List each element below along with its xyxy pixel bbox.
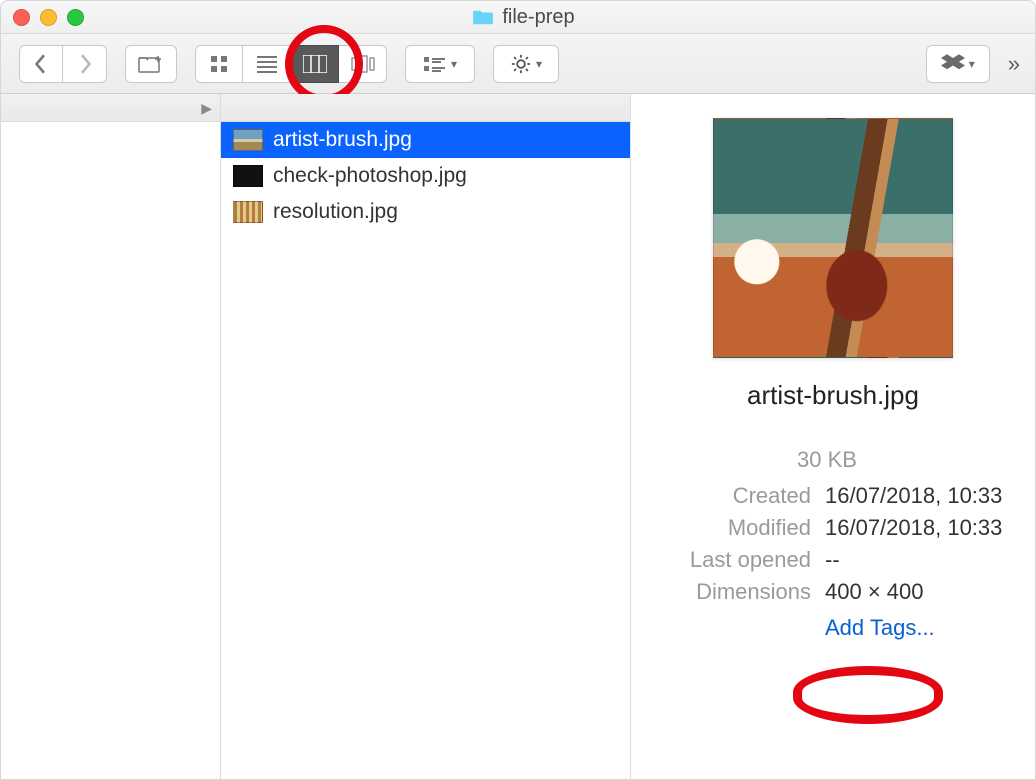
chevron-down-icon: ▾ — [536, 57, 542, 71]
icon-view-button[interactable] — [195, 45, 243, 83]
file-item[interactable]: artist-brush.jpg — [221, 122, 630, 158]
traffic-lights — [13, 9, 84, 26]
finder-window: file-prep — [0, 0, 1036, 780]
column-parent[interactable]: ▶ — [1, 94, 221, 779]
window-title-text: file-prep — [502, 6, 574, 29]
add-tags-link[interactable]: Add Tags... — [825, 615, 935, 641]
created-label: Created — [643, 483, 811, 509]
gallery-view-button[interactable] — [339, 45, 387, 83]
forward-button[interactable] — [63, 45, 107, 83]
column-view-button[interactable] — [291, 45, 339, 83]
file-thumbnail-icon — [233, 201, 263, 223]
folder-icon — [472, 8, 494, 26]
file-item[interactable]: resolution.jpg — [221, 194, 630, 230]
preview-metadata: 30 KB Created 16/07/2018, 10:33 Modified 1… — [631, 447, 1035, 641]
minimize-button[interactable] — [40, 9, 57, 26]
preview-filename: artist-brush.jpg — [747, 380, 919, 411]
new-folder-button[interactable] — [125, 45, 177, 83]
disclosure-caret-icon: ▶ — [201, 100, 212, 117]
file-name: check-photoshop.jpg — [273, 164, 467, 188]
file-thumbnail-icon — [233, 129, 263, 151]
created-value: 16/07/2018, 10:33 — [825, 483, 1002, 509]
action-button[interactable]: ▾ — [493, 45, 559, 83]
preview-size: 30 KB — [643, 447, 1011, 473]
dimensions-value: 400 × 400 — [825, 579, 923, 605]
annotation-circle-dimensions — [793, 666, 943, 724]
window-title: file-prep — [84, 6, 963, 29]
modified-value: 16/07/2018, 10:33 — [825, 515, 1002, 541]
back-button[interactable] — [19, 45, 63, 83]
column-files: artist-brush.jpg check-photoshop.jpg res… — [221, 94, 631, 779]
nav-group — [19, 45, 107, 83]
close-button[interactable] — [13, 9, 30, 26]
lastopened-label: Last opened — [643, 547, 811, 573]
file-name: resolution.jpg — [273, 200, 398, 224]
lastopened-value: -- — [825, 547, 840, 573]
chevron-down-icon: ▾ — [451, 57, 457, 71]
dimensions-label: Dimensions — [643, 579, 811, 605]
list-view-button[interactable] — [243, 45, 291, 83]
file-name: artist-brush.jpg — [273, 128, 412, 152]
preview-column: artist-brush.jpg 30 KB Created 16/07/2018… — [631, 94, 1035, 779]
toolbar: ▾ ▾ ▾ » — [1, 34, 1035, 94]
file-item[interactable]: check-photoshop.jpg — [221, 158, 630, 194]
dropbox-button[interactable]: ▾ — [926, 45, 990, 83]
content-area: ▶ artist-brush.jpg check-photoshop.jpg r… — [1, 94, 1035, 779]
titlebar: file-prep — [1, 1, 1035, 34]
fullscreen-button[interactable] — [67, 9, 84, 26]
chevron-down-icon: ▾ — [969, 57, 975, 71]
preview-image — [713, 118, 953, 358]
arrange-button[interactable]: ▾ — [405, 45, 475, 83]
file-thumbnail-icon — [233, 165, 263, 187]
view-mode-group — [195, 45, 387, 83]
modified-label: Modified — [643, 515, 811, 541]
toolbar-overflow-button[interactable]: » — [1008, 51, 1017, 77]
